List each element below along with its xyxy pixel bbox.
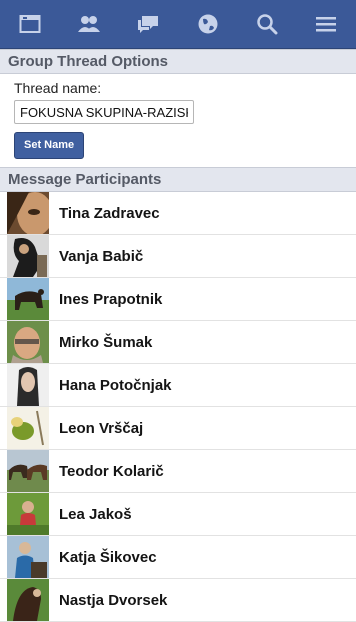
participant-row[interactable]: Teodor Kolarič [0, 450, 356, 493]
participant-row[interactable]: Lea Jakoš [0, 493, 356, 536]
participant-row[interactable]: Katja Šikovec [0, 536, 356, 579]
friends-icon [76, 14, 102, 34]
participant-name: Ines Prapotnik [59, 290, 163, 308]
globe-icon [197, 13, 219, 35]
search-button[interactable] [245, 4, 289, 44]
avatar [7, 364, 49, 406]
participant-row[interactable]: Mirko Šumak [0, 321, 356, 364]
avatar [7, 321, 49, 363]
group-thread-options-header: Group Thread Options [0, 49, 356, 74]
participant-row[interactable]: Hana Potočnjak [0, 364, 356, 407]
participant-row[interactable]: Vanja Babič [0, 235, 356, 278]
notifications-button[interactable] [186, 4, 230, 44]
messages-button[interactable] [126, 4, 170, 44]
avatar [7, 235, 49, 277]
participant-row[interactable]: Leon Vrščaj [0, 407, 356, 450]
thread-name-label: Thread name: [14, 80, 102, 96]
message-participants-header: Message Participants [0, 167, 356, 192]
participant-name: Hana Potočnjak [59, 376, 172, 394]
set-name-button[interactable]: Set Name [14, 132, 85, 159]
participant-row[interactable]: Ines Prapotnik [0, 278, 356, 321]
inbox-button[interactable] [8, 4, 52, 44]
avatar [7, 278, 49, 320]
top-navigation-bar [0, 0, 356, 49]
avatar [7, 450, 49, 492]
thread-name-form: Thread name: Set Name [0, 74, 356, 167]
inbox-icon [19, 14, 41, 34]
participant-name: Teodor Kolarič [59, 462, 164, 480]
thread-name-input[interactable] [14, 100, 194, 124]
friends-button[interactable] [67, 4, 111, 44]
participants-list: Tina Zadravec Vanja Babič Ines Prapotnik… [0, 192, 356, 622]
menu-button[interactable] [304, 4, 348, 44]
participant-name: Tina Zadravec [59, 204, 160, 222]
avatar [7, 407, 49, 449]
participant-name: Lea Jakoš [59, 505, 132, 523]
participant-name: Leon Vrščaj [59, 419, 144, 437]
avatar [7, 493, 49, 535]
avatar [7, 536, 49, 578]
participant-name: Katja Šikovec [59, 548, 157, 566]
participant-name: Vanja Babič [59, 247, 144, 265]
participant-row[interactable]: Tina Zadravec [0, 192, 356, 235]
menu-icon [314, 14, 338, 34]
participant-name: Mirko Šumak [59, 333, 153, 351]
messages-icon [136, 14, 160, 34]
avatar [7, 192, 49, 234]
participant-row[interactable]: Nastja Dvorsek [0, 579, 356, 622]
avatar [7, 579, 49, 621]
search-icon [256, 13, 278, 35]
participant-name: Nastja Dvorsek [59, 591, 168, 609]
